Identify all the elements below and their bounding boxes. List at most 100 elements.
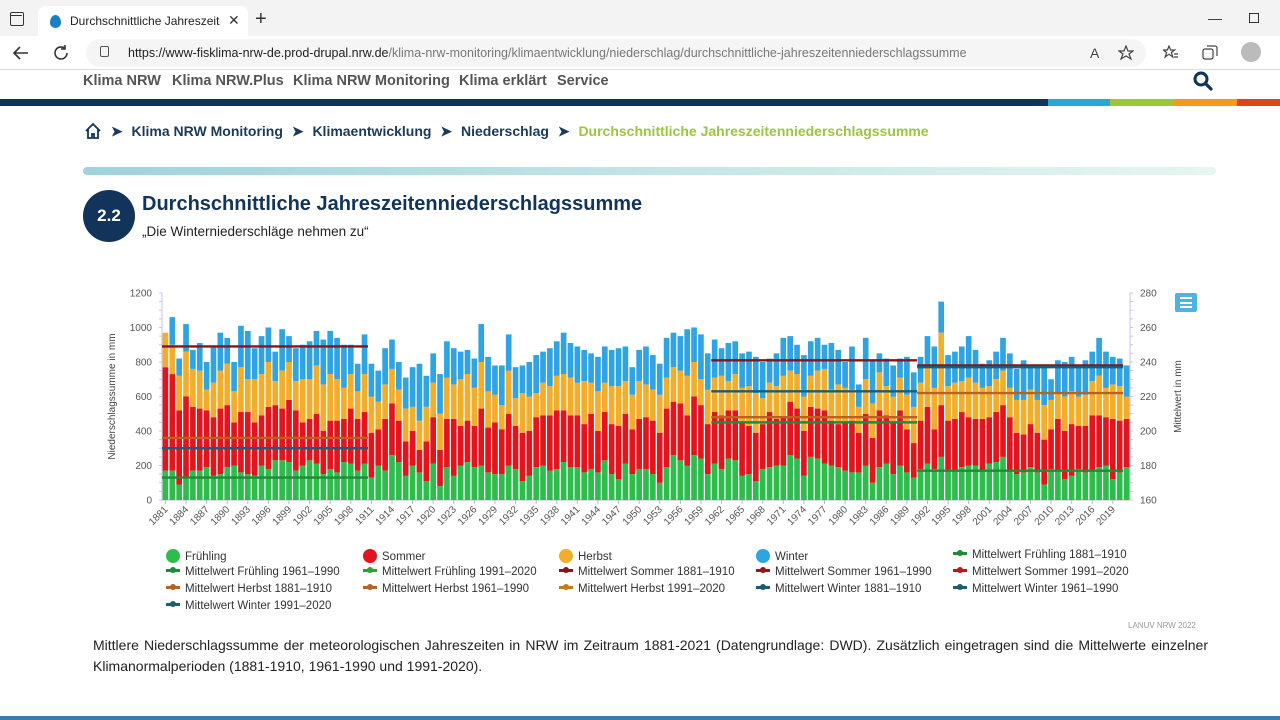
bar-winter bbox=[622, 346, 629, 381]
bar-sommer bbox=[1020, 434, 1027, 473]
legend-item[interactable]: Mittelwert Sommer 1961–1990 bbox=[756, 566, 932, 578]
bar-fruehling bbox=[588, 468, 594, 500]
legend-item[interactable]: Mittelwert Winter 1881–1910 bbox=[756, 583, 921, 595]
lock-icon[interactable] bbox=[100, 46, 109, 57]
bar-herbst bbox=[670, 367, 677, 402]
legend-item[interactable]: Winter bbox=[756, 549, 808, 563]
bar-herbst bbox=[196, 370, 203, 409]
legend-item[interactable]: Mittelwert Sommer 1991–2020 bbox=[953, 566, 1129, 578]
bar-sommer bbox=[739, 422, 745, 476]
bar-herbst bbox=[272, 380, 279, 406]
bar-winter bbox=[389, 339, 395, 369]
breadcrumb-klimaentwicklung[interactable]: Klimaentwicklung bbox=[312, 123, 431, 139]
favorite-add-icon[interactable] bbox=[1118, 45, 1134, 61]
bar-fruehling bbox=[505, 465, 512, 500]
y-tick-label-left: 1200 bbox=[130, 289, 153, 300]
y-tick-label-left: 0 bbox=[146, 496, 152, 507]
bar-sommer bbox=[217, 408, 224, 475]
bar-herbst bbox=[938, 332, 945, 406]
legend-item[interactable]: Mittelwert Herbst 1961–1990 bbox=[363, 583, 529, 595]
legend-item[interactable]: Mittelwert Sommer 1881–1910 bbox=[559, 566, 735, 578]
legend-label: Mittelwert Sommer 1881–1910 bbox=[578, 566, 735, 578]
legend-item[interactable]: Mittelwert Herbst 1881–1910 bbox=[166, 583, 332, 595]
bar-fruehling bbox=[993, 462, 999, 500]
legend-item[interactable]: Mittelwert Herbst 1991–2020 bbox=[559, 583, 725, 595]
bar-fruehling bbox=[498, 474, 505, 500]
tab-close-icon[interactable]: ✕ bbox=[228, 12, 240, 29]
legend-item[interactable]: Frühling bbox=[166, 549, 227, 563]
bar-fruehling bbox=[924, 463, 931, 500]
bar-herbst bbox=[855, 406, 862, 433]
maximize-icon[interactable] bbox=[1249, 13, 1259, 23]
collections-icon[interactable] bbox=[1202, 45, 1218, 61]
bar-fruehling bbox=[293, 470, 299, 500]
color-strip-navy bbox=[0, 99, 1048, 106]
legend-item[interactable]: Mittelwert Winter 1961–1990 bbox=[953, 583, 1118, 595]
home-icon[interactable] bbox=[84, 122, 102, 140]
bar-fruehling bbox=[1096, 467, 1102, 500]
bar-herbst bbox=[725, 380, 732, 411]
bar-winter bbox=[643, 346, 649, 385]
x-tick-label: 1971 bbox=[765, 504, 789, 528]
x-tick-label: 1944 bbox=[580, 504, 604, 528]
bar-fruehling bbox=[341, 462, 347, 500]
bar-fruehling bbox=[801, 475, 807, 500]
legend-item[interactable]: Sommer bbox=[363, 549, 425, 563]
browser-tab[interactable]: Durchschnittliche Jahreszeitenniederschl… bbox=[38, 6, 248, 36]
nav-klima-nrw-plus[interactable]: Klima NRW.Plus bbox=[172, 73, 284, 89]
breadcrumb-niederschlag[interactable]: Niederschlag bbox=[461, 123, 549, 139]
back-icon[interactable] bbox=[12, 44, 30, 62]
new-tab-button[interactable]: + bbox=[255, 9, 267, 29]
nav-klima-nrw-monitoring[interactable]: Klima NRW Monitoring bbox=[293, 73, 450, 89]
bar-sommer bbox=[354, 418, 361, 471]
bar-fruehling bbox=[656, 482, 663, 500]
breadcrumb-current: Durchschnittliche Jahreszeitenniederschl… bbox=[578, 123, 929, 140]
x-tick-label: 1980 bbox=[827, 504, 851, 528]
bar-herbst bbox=[691, 362, 697, 397]
profile-avatar[interactable] bbox=[1241, 42, 1261, 62]
bar-fruehling bbox=[835, 467, 842, 500]
chart-menu-icon[interactable] bbox=[1175, 293, 1197, 312]
bar-fruehling bbox=[547, 470, 553, 500]
x-tick-label: 1911 bbox=[354, 504, 377, 527]
y-tick-label-left: 400 bbox=[135, 427, 152, 438]
bar-herbst bbox=[574, 382, 581, 416]
bar-sommer bbox=[704, 424, 711, 475]
bar-winter bbox=[361, 334, 368, 375]
page-subtitle: „Die Winterniederschläge nehmen zu“ bbox=[142, 224, 369, 239]
tab-actions-icon[interactable] bbox=[10, 12, 24, 26]
bar-fruehling bbox=[1075, 468, 1082, 500]
breadcrumb-klima-nrw-monitoring[interactable]: Klima NRW Monitoring bbox=[132, 123, 283, 139]
nav-klima-erklaert[interactable]: Klima erklärt bbox=[459, 73, 547, 89]
bar-fruehling bbox=[423, 481, 430, 500]
bar-herbst bbox=[1110, 384, 1116, 419]
refresh-icon[interactable] bbox=[52, 44, 70, 62]
bar-fruehling bbox=[402, 475, 409, 500]
bar-sommer bbox=[196, 408, 203, 471]
search-icon[interactable] bbox=[1193, 71, 1213, 91]
legend-item[interactable]: Mittelwert Frühling 1991–2020 bbox=[363, 566, 537, 578]
url-field[interactable]: https://www-fisklima-nrw-de.prod-drupal.… bbox=[86, 39, 1146, 67]
legend-item[interactable]: Herbst bbox=[559, 549, 612, 563]
minimize-icon[interactable]: — bbox=[1208, 10, 1222, 26]
nav-klima-nrw[interactable]: Klima NRW bbox=[83, 73, 161, 89]
bar-herbst bbox=[279, 370, 285, 409]
bar-winter bbox=[759, 362, 766, 399]
bar-herbst bbox=[313, 365, 320, 414]
color-strip-green bbox=[1110, 99, 1174, 106]
favorites-icon[interactable] bbox=[1163, 45, 1179, 61]
legend-item[interactable]: Mittelwert Frühling 1961–1990 bbox=[166, 566, 340, 578]
bar-winter bbox=[402, 377, 409, 409]
bar-herbst bbox=[533, 393, 539, 418]
bar-winter bbox=[224, 337, 231, 364]
legend-item[interactable]: Mittelwert Frühling 1881–1910 bbox=[953, 549, 1127, 561]
legend-item[interactable]: Mittelwert Winter 1991–2020 bbox=[166, 600, 331, 612]
bar-fruehling bbox=[553, 468, 560, 500]
browser-tab-bar: Durchschnittliche Jahreszeitenniederschl… bbox=[0, 0, 1280, 36]
bar-fruehling bbox=[684, 465, 691, 500]
bar-winter bbox=[855, 384, 862, 407]
bar-winter bbox=[169, 317, 176, 345]
read-aloud-icon[interactable]: A bbox=[1090, 45, 1099, 61]
bar-winter bbox=[1116, 358, 1123, 387]
nav-service[interactable]: Service bbox=[557, 73, 609, 89]
